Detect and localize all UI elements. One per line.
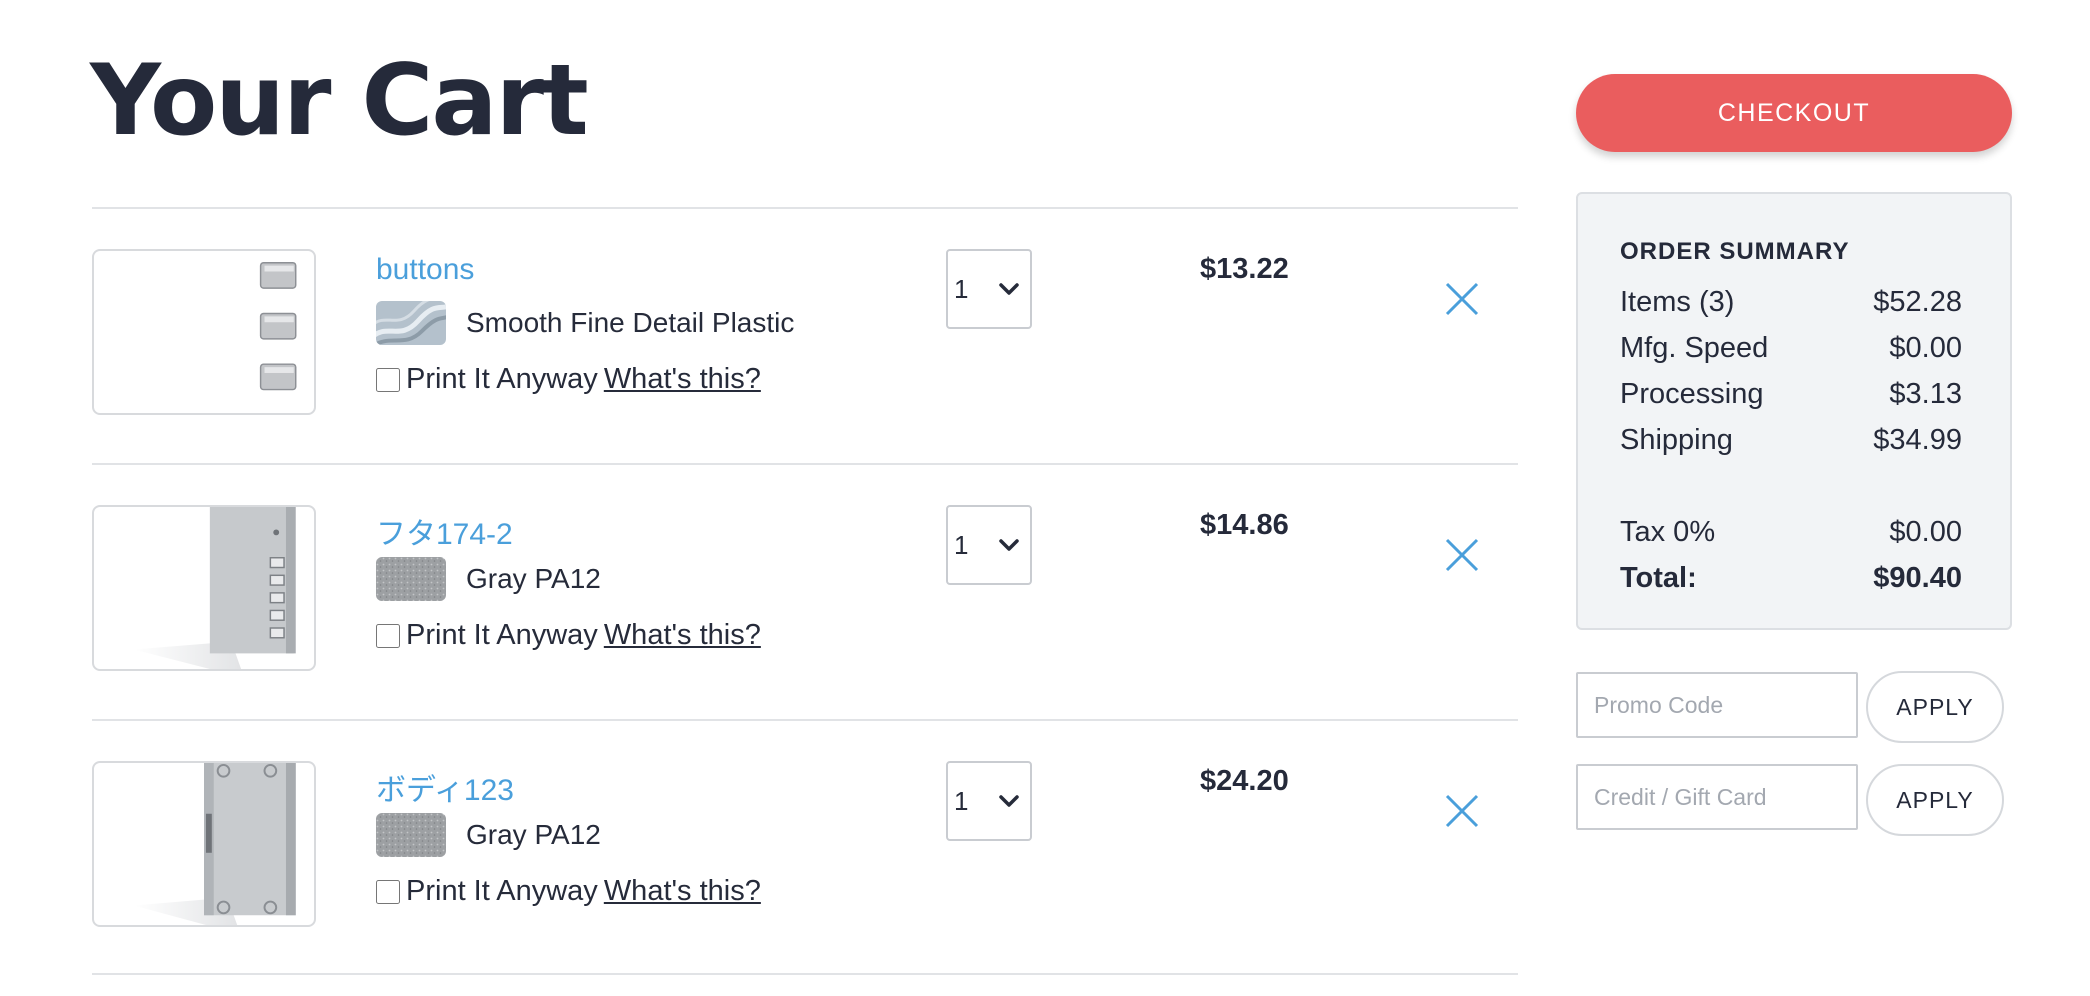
item-name-link[interactable]: フタ174-2 [376,509,513,553]
material-info: Gray PA12 [376,813,601,857]
summary-row-total: Total: $90.40 [1620,562,1962,595]
total-value: $90.40 [1873,562,1962,594]
summary-value: $34.99 [1873,424,1962,456]
quantity-select[interactable]: 1 [946,505,1032,585]
item-price: $14.86 [1200,509,1289,541]
print-anyway-checkbox[interactable] [376,623,400,648]
summary-label: Mfg. Speed [1620,332,1769,364]
print-anyway-option: Print It Anyway What's this? [376,619,761,652]
cart-list: buttons Smooth Fine Detail Plastic Print… [92,207,1518,975]
summary-value: $3.13 [1889,378,1962,410]
close-icon[interactable] [1444,281,1480,317]
material-label: Gray PA12 [466,563,601,594]
summary-label: Items (3) [1620,286,1735,318]
order-summary: ORDER SUMMARY Items (3) $52.28 Mfg. Spee… [1576,192,2012,630]
quantity-value: 1 [954,273,969,304]
item-price: $24.20 [1200,765,1289,797]
summary-row-processing: Processing $3.13 [1620,378,1962,411]
item-thumbnail[interactable] [92,505,316,671]
summary-value: $0.00 [1889,516,1962,548]
print-anyway-label: Print It Anyway [406,363,598,395]
chevron-down-icon [999,539,1019,551]
material-info: Smooth Fine Detail Plastic [376,301,794,345]
quantity-value: 1 [954,785,969,816]
quantity-value: 1 [954,529,969,560]
print-anyway-option: Print It Anyway What's this? [376,875,761,908]
promo-code-input[interactable] [1576,672,1858,738]
item-price: $13.22 [1200,253,1289,285]
quantity-select[interactable]: 1 [946,249,1032,329]
checkout-button[interactable]: CHECKOUT [1576,74,2012,152]
material-label: Smooth Fine Detail Plastic [466,307,795,338]
summary-label: Shipping [1620,424,1733,456]
summary-row-tax: Tax 0% $0.00 [1620,516,1962,549]
cart-item: buttons Smooth Fine Detail Plastic Print… [92,207,1518,463]
whats-this-link[interactable]: What's this? [604,363,761,396]
print-anyway-checkbox[interactable] [376,367,400,392]
print-anyway-checkbox[interactable] [376,879,400,904]
summary-value: $0.00 [1889,332,1962,364]
whats-this-link[interactable]: What's this? [604,875,761,908]
close-icon[interactable] [1444,793,1480,829]
item-name-link[interactable]: buttons [376,253,474,287]
total-label: Total: [1620,562,1697,594]
lid-model-image [133,507,296,669]
page-title: Your Cart [90,44,589,158]
chevron-down-icon [999,795,1019,807]
body-model-image [133,763,296,925]
material-swatch [376,813,446,857]
summary-label: Processing [1620,378,1764,410]
material-swatch [376,557,446,601]
summary-row-shipping: Shipping $34.99 [1620,424,1962,457]
material-label: Gray PA12 [466,819,601,850]
whats-this-link[interactable]: What's this? [604,619,761,652]
quantity-select[interactable]: 1 [946,761,1032,841]
cart-item: フタ174-2 Gray PA12 Print It Anyway What's… [92,463,1518,719]
print-anyway-label: Print It Anyway [406,875,598,907]
print-anyway-label: Print It Anyway [406,619,598,651]
item-name-link[interactable]: ボディ123 [376,765,514,809]
item-thumbnail[interactable] [92,761,316,927]
buttons-model-image [259,261,297,391]
summary-row-mfg-speed: Mfg. Speed $0.00 [1620,332,1962,365]
cart-item: ボディ123 Gray PA12 Print It Anyway What's … [92,719,1518,975]
item-thumbnail[interactable] [92,249,316,415]
material-info: Gray PA12 [376,557,601,601]
gift-card-input[interactable] [1576,764,1858,830]
chevron-down-icon [999,283,1019,295]
apply-promo-button[interactable]: APPLY [1866,671,2004,743]
summary-row-items: Items (3) $52.28 [1620,286,1962,319]
summary-value: $52.28 [1873,286,1962,318]
order-summary-title: ORDER SUMMARY [1620,238,1850,265]
summary-label: Tax 0% [1620,516,1716,548]
print-anyway-option: Print It Anyway What's this? [376,363,761,396]
close-icon[interactable] [1444,537,1480,573]
material-swatch [376,301,446,345]
apply-credit-button[interactable]: APPLY [1866,764,2004,836]
